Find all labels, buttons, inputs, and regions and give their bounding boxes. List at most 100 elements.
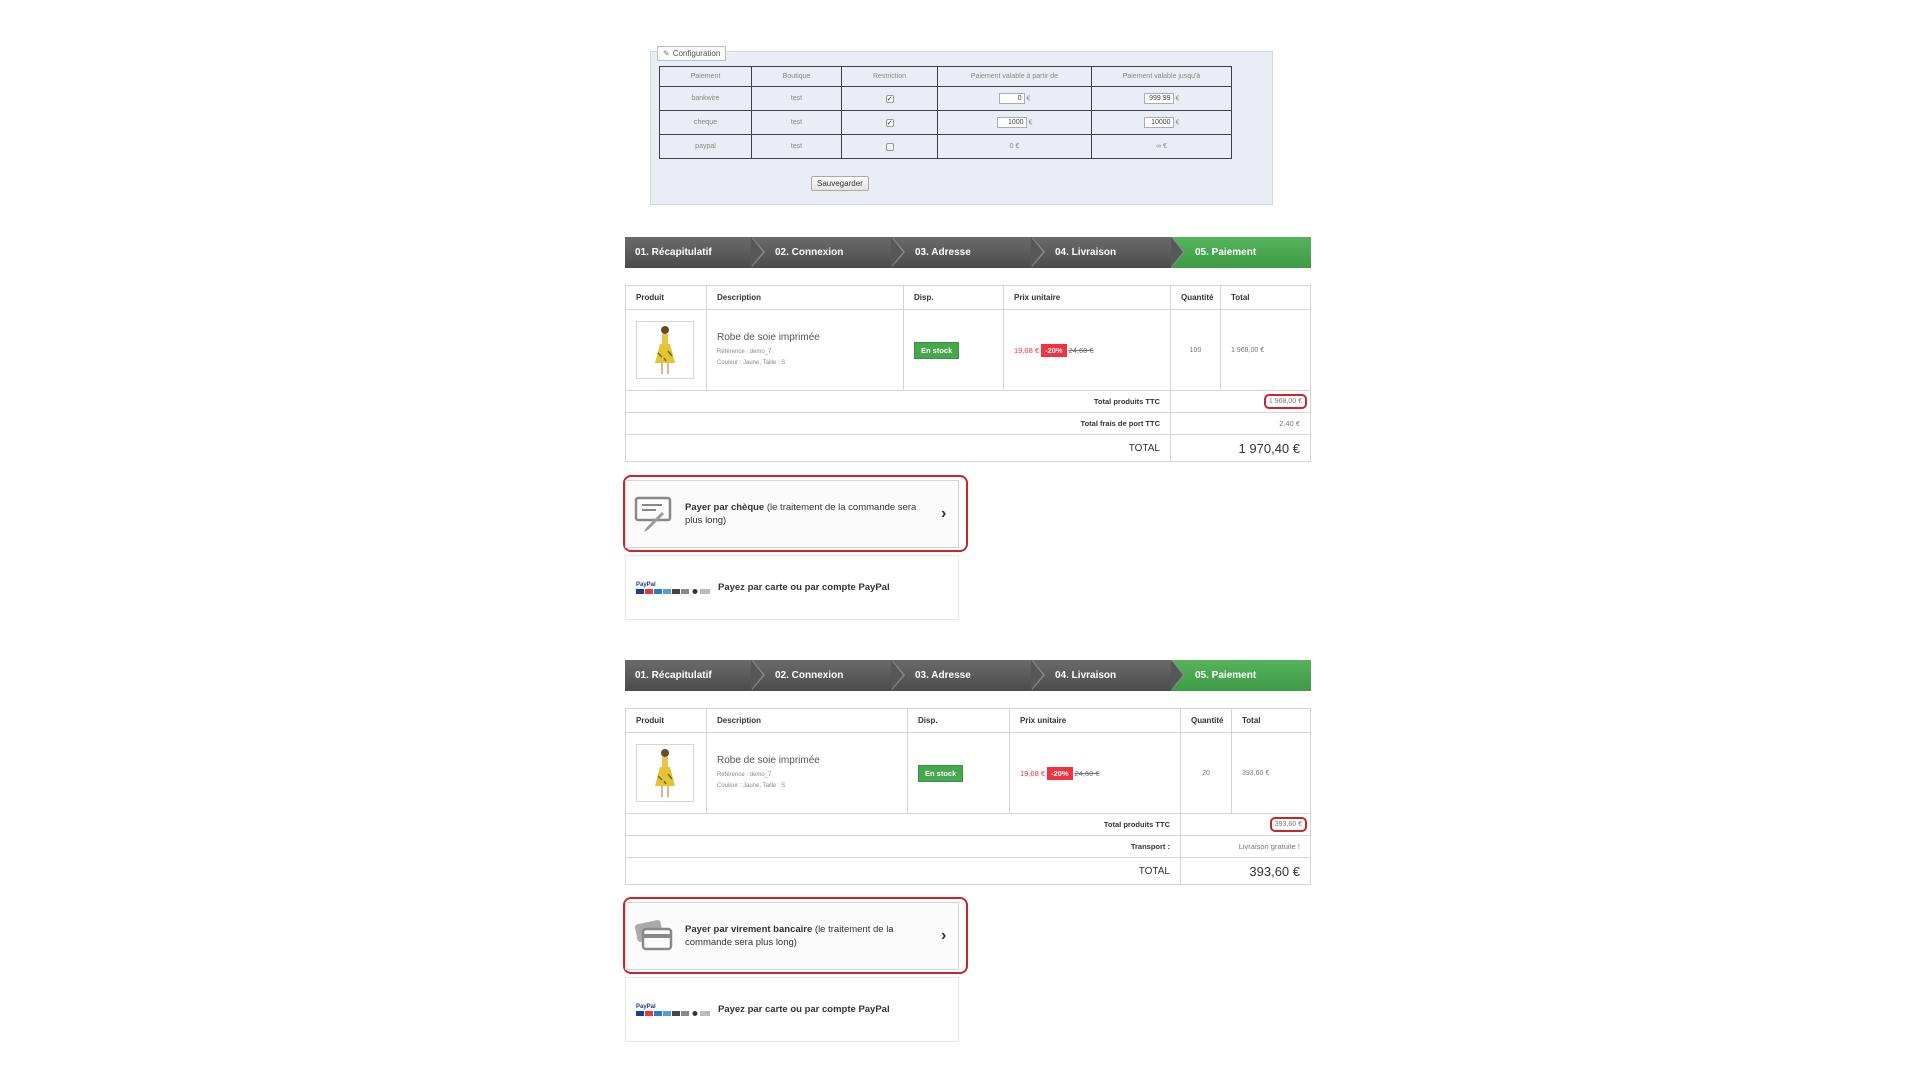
table-row: cheque test ✓ 1000 € 10000 € <box>659 110 1232 135</box>
unit-price-cell: 19,68 € -20% 24,60 € <box>1004 310 1171 390</box>
payment-name: cheque <box>659 110 752 135</box>
step-summary[interactable]: 01. Récapitulatif <box>625 237 765 268</box>
configuration-panel: ✎ Configuration Paiement Boutique Restri… <box>650 46 1273 205</box>
col-header-from: Paiement valable à partir de <box>937 66 1092 87</box>
save-button[interactable]: Sauvegarder <box>811 176 869 191</box>
pay-by-paypal-option[interactable]: PayPal Payez par carte ou par compte Pay… <box>625 555 959 620</box>
pay-by-cheque-option[interactable]: Payer par chèque (le traitement de la co… <box>625 480 959 548</box>
product-reference: Référence : demo_7 <box>717 348 772 355</box>
step-summary[interactable]: 01. Récapitulatif <box>625 660 765 691</box>
paypal-option-label: Payez par carte ou par compte PayPal <box>718 582 890 593</box>
product-attributes: Couleur : Jaune, Taille : S <box>717 782 786 789</box>
paypal-option-label: Payez par carte ou par compte PayPal <box>718 1004 890 1015</box>
product-cell <box>626 310 707 390</box>
grand-total-row: TOTAL 1 970,40 € <box>626 435 1310 461</box>
svg-text:PayPal: PayPal <box>636 1004 656 1010</box>
cheque-icon <box>634 496 672 532</box>
credit-card-icon <box>634 920 673 951</box>
availability-cell: En stock <box>908 733 1010 813</box>
price-old: 24,60 € <box>1068 345 1094 355</box>
dress-thumbnail[interactable] <box>636 321 694 379</box>
checkout-steps: 01. Récapitulatif 02. Connexion 03. Adre… <box>625 660 1311 691</box>
payment-name: paypal <box>659 134 752 159</box>
description-cell: Robe de soie imprimée Référence : demo_7… <box>707 733 908 813</box>
from-cell: 0 € <box>937 86 1092 111</box>
col-header-payment: Paiement <box>659 66 752 87</box>
total-products-value: 393,60 € <box>1269 817 1307 832</box>
total-value: 393,60 € <box>1249 863 1300 879</box>
shipping-value: Livraison gratuite ! <box>1238 842 1300 851</box>
restriction-cell <box>841 134 938 159</box>
step-address[interactable]: 03. Adresse <box>891 237 1045 268</box>
col-header-total: Total <box>1242 716 1261 725</box>
step-payment[interactable]: 05. Paiement <box>1171 237 1311 268</box>
checkbox-icon[interactable]: ✓ <box>885 118 894 127</box>
to-input[interactable]: 999.99 <box>1143 93 1174 104</box>
total-products-row: Total produits TTC 1 968,00 € <box>626 391 1310 413</box>
to-input[interactable]: 10000 <box>1143 117 1174 128</box>
col-header-restriction: Restriction <box>841 66 938 87</box>
table-header-row: Produit Description Disp. Prix unitaire … <box>626 286 1310 310</box>
col-header-description: Description <box>707 709 908 732</box>
step-login[interactable]: 02. Connexion <box>751 660 905 691</box>
product-name-link[interactable]: Robe de soie imprimée <box>717 755 820 766</box>
cart-summary-table: Produit Description Disp. Prix unitaire … <box>625 285 1311 462</box>
pay-by-paypal-option[interactable]: PayPal Payez par carte ou par compte Pay… <box>625 977 959 1042</box>
step-address[interactable]: 03. Adresse <box>891 660 1045 691</box>
price-new: 19,68 € <box>1020 768 1046 778</box>
step-login[interactable]: 02. Connexion <box>751 237 905 268</box>
col-header-quantity: Quantité <box>1181 709 1232 732</box>
price-old: 24,60 € <box>1074 768 1100 778</box>
col-header-to: Paiement valable jusqu'à <box>1091 66 1232 87</box>
from-input[interactable]: 0 <box>998 93 1025 104</box>
line-total-cell: 1 968,00 € <box>1231 346 1265 354</box>
table-row: bankwire test ✓ 0 € 999.99 € <box>659 86 1232 111</box>
quantity-cell: 20 <box>1181 733 1232 813</box>
from-cell: 1000 € <box>937 110 1092 135</box>
checkbox-icon[interactable] <box>885 142 894 151</box>
shop-name: test <box>751 110 842 135</box>
configuration-legend: ✎ Configuration <box>657 46 727 61</box>
col-header-quantity: Quantité <box>1171 286 1221 309</box>
total-products-cell: 393,60 € <box>1181 814 1310 835</box>
total-label: TOTAL <box>626 435 1171 461</box>
product-reference: Référence : demo_7 <box>717 771 772 778</box>
col-header-product: Produit <box>626 709 707 732</box>
col-header-availability: Disp. <box>908 709 1010 732</box>
checkbox-icon[interactable]: ✓ <box>885 94 894 103</box>
table-row: Robe de soie imprimée Référence : demo_7… <box>626 733 1310 814</box>
col-header-description: Description <box>707 286 904 309</box>
product-name-link[interactable]: Robe de soie imprimée <box>717 332 820 343</box>
currency-label: € <box>1175 119 1180 127</box>
shop-name: test <box>751 134 842 159</box>
cart-summary-table: Produit Description Disp. Prix unitaire … <box>625 708 1311 885</box>
shop-name: test <box>751 86 842 111</box>
col-header-unit-price: Prix unitaire <box>1004 286 1171 309</box>
wrench-icon: ✎ <box>663 49 670 58</box>
chevron-right-icon: › <box>941 505 947 522</box>
col-header-product: Produit <box>626 286 707 309</box>
table-row: Robe de soie imprimée Référence : demo_7… <box>626 310 1310 391</box>
total-value: 1 970,40 € <box>1238 440 1300 456</box>
discount-badge: -20% <box>1041 343 1067 357</box>
step-shipping[interactable]: 04. Livraison <box>1031 660 1185 691</box>
payment-restriction-table: Paiement Boutique Restriction Paiement v… <box>659 66 1232 159</box>
grand-total-row: TOTAL 393,60 € <box>626 858 1310 884</box>
step-shipping[interactable]: 04. Livraison <box>1031 237 1185 268</box>
table-header-row: Produit Description Disp. Prix unitaire … <box>626 709 1310 733</box>
quantity-cell: 100 <box>1171 310 1221 390</box>
currency-label: € <box>1028 119 1033 127</box>
bankwire-option-label: Payer par virement bancaire (le traiteme… <box>685 923 935 949</box>
configuration-title: Configuration <box>672 49 721 58</box>
shipping-row: Total frais de port TTC 2,40 € <box>626 413 1310 435</box>
currency-label: € <box>1175 95 1180 103</box>
dress-thumbnail[interactable] <box>636 744 694 802</box>
step-payment[interactable]: 05. Paiement <box>1171 660 1311 691</box>
shipping-row: Transport : Livraison gratuite ! <box>626 836 1310 858</box>
from-input[interactable]: 1000 <box>996 117 1027 128</box>
svg-text:PayPal: PayPal <box>636 582 656 588</box>
total-label: TOTAL <box>626 858 1181 884</box>
pay-by-bankwire-option[interactable]: Payer par virement bancaire (le traiteme… <box>625 902 959 970</box>
total-products-row: Total produits TTC 393,60 € <box>626 814 1310 836</box>
total-products-label: Total produits TTC <box>626 391 1171 412</box>
